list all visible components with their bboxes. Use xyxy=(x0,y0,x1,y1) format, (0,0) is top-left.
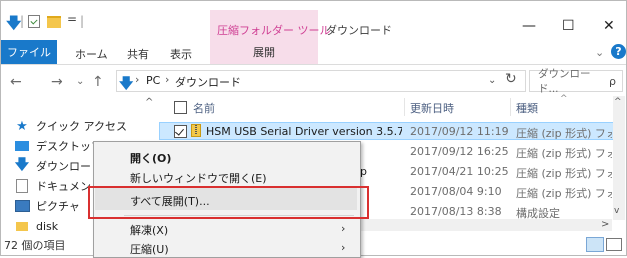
horizontal-scrollbar[interactable] xyxy=(355,219,612,231)
submenu-arrow-icon: › xyxy=(341,241,346,254)
zip-file-icon xyxy=(191,124,201,137)
back-button[interactable]: ← xyxy=(10,74,22,90)
new-folder-icon[interactable] xyxy=(47,16,61,28)
breadcrumb-separator[interactable]: › xyxy=(165,73,169,86)
download-icon: 🡇 xyxy=(14,157,30,173)
forward-button[interactable]: → xyxy=(51,74,63,90)
close-button[interactable]: ✕ xyxy=(603,18,615,34)
tab-home[interactable]: ホーム xyxy=(75,46,108,62)
scroll-right-icon[interactable]: > xyxy=(601,219,609,230)
column-header-date[interactable]: 更新日時 xyxy=(410,100,454,116)
folder-icon xyxy=(16,221,28,231)
large-icons-view-icon[interactable] xyxy=(606,238,622,251)
tab-extract[interactable]: 展開 xyxy=(210,40,318,64)
column-divider[interactable] xyxy=(404,98,405,116)
scroll-up-icon[interactable]: ^ xyxy=(614,97,622,107)
properties-icon[interactable] xyxy=(28,15,40,28)
maximize-button[interactable]: ☐ xyxy=(562,18,575,34)
context-tab-title: 圧縮フォルダー ツール xyxy=(217,24,331,37)
desktop-icon xyxy=(15,141,29,151)
breadcrumb-pc[interactable]: PC xyxy=(146,74,160,87)
breadcrumb-separator[interactable]: › xyxy=(135,73,139,86)
nav-item-desktop[interactable]: デスクトップ xyxy=(14,137,102,155)
refresh-icon[interactable]: ↻ xyxy=(505,71,517,87)
file-date: 2017/08/04 9:10 xyxy=(410,185,502,198)
sort-ascending-icon: ^ xyxy=(560,94,568,104)
submenu-arrow-icon: › xyxy=(341,222,346,235)
menu-item-open[interactable]: 開く(O) xyxy=(130,150,171,166)
menu-item-compress[interactable]: 圧縮(U) xyxy=(130,241,169,257)
minimize-button[interactable]: — xyxy=(522,18,536,34)
qat-separator: | xyxy=(20,14,25,28)
tab-view[interactable]: 表示 xyxy=(170,46,192,62)
tab-share[interactable]: 共有 xyxy=(127,46,149,62)
breadcrumb-downloads[interactable]: ダウンロード xyxy=(175,74,241,90)
nav-item-label: ピクチャ xyxy=(36,200,80,213)
window-title: ダウンロード xyxy=(326,24,392,37)
address-dropdown-icon[interactable]: ⌄ xyxy=(488,75,496,86)
search-icon[interactable]: ρ xyxy=(609,75,616,88)
file-name[interactable]: p xyxy=(360,165,367,178)
column-header-name[interactable]: 名前 xyxy=(193,100,215,116)
star-icon: ★ xyxy=(16,118,28,134)
row-checkbox[interactable] xyxy=(174,125,187,138)
nav-scroll-up-icon[interactable]: ^ xyxy=(145,97,153,108)
column-divider[interactable] xyxy=(510,98,511,116)
downloads-location-icon: 🡇 xyxy=(119,76,134,92)
details-view-icon[interactable] xyxy=(586,237,604,252)
nav-item-quick-access[interactable]: ★ クイック アクセス xyxy=(14,117,127,135)
picture-icon xyxy=(14,200,30,212)
nav-item-pictures[interactable]: ピクチャ xyxy=(14,197,80,215)
nav-item-downloads[interactable]: 🡇 ダウンロード xyxy=(14,157,102,175)
up-button[interactable]: ↑ xyxy=(92,74,104,90)
vertical-scrollbar[interactable] xyxy=(613,96,625,220)
recent-locations-button[interactable]: ⌄ xyxy=(76,76,84,87)
tab-file[interactable]: ファイル xyxy=(1,40,57,64)
nav-item-disk[interactable]: disk xyxy=(14,217,58,235)
nav-item-label: クイック アクセス xyxy=(36,120,127,133)
column-header-type[interactable]: 種類 xyxy=(516,100,538,116)
menu-item-extract[interactable]: 解凍(X) xyxy=(130,222,168,238)
file-type: 圧縮 (zip 形式) フォ... xyxy=(516,187,612,200)
qat-customize-icon[interactable]: = xyxy=(67,12,77,26)
qat-divider: | xyxy=(80,14,85,28)
file-date: 2017/09/12 16:25 xyxy=(410,145,509,158)
file-date: 2017/04/21 10:25 xyxy=(410,165,509,178)
file-date: 2017/08/13 8:38 xyxy=(410,205,502,218)
search-input[interactable]: ダウンロード... ρ xyxy=(529,68,623,95)
ribbon-expand-icon[interactable]: ⌄ xyxy=(595,46,604,59)
file-type: 圧縮 (zip 形式) フォ... xyxy=(516,147,612,160)
file-name[interactable]: HSM USB Serial Driver version 3.5.7.zip xyxy=(206,125,402,138)
scroll-down-icon[interactable]: v xyxy=(614,206,619,216)
nav-item-label: disk xyxy=(36,219,59,233)
highlight-annotation-box xyxy=(88,186,369,219)
select-all-checkbox[interactable] xyxy=(174,101,187,114)
document-icon xyxy=(16,179,28,193)
item-count: 72 個の項目 xyxy=(4,239,66,252)
help-icon[interactable]: ? xyxy=(611,44,626,59)
file-date: 2017/09/12 11:19 xyxy=(410,125,509,138)
file-type: 圧縮 (zip 形式) フォ... xyxy=(516,167,612,180)
menu-item-open-new-window[interactable]: 新しいウィンドウで開く(E) xyxy=(130,170,267,186)
file-type: 圧縮 (zip 形式) フォ... xyxy=(516,127,612,140)
search-placeholder: ダウンロード... xyxy=(538,68,591,95)
